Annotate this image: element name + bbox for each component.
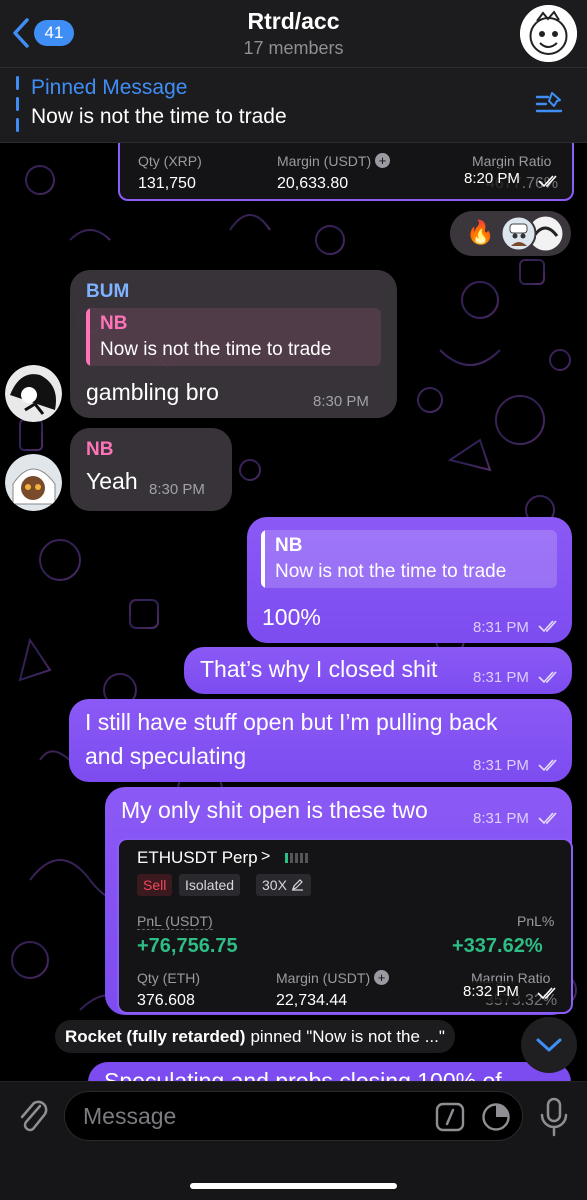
message-list: Qty (XRP) 131,750 Margin (USDT) + 20,633… bbox=[0, 0, 587, 1200]
fire-reaction[interactable]: 🔥 bbox=[466, 219, 495, 246]
chat-header: 41 Rtrd/acc 17 members bbox=[0, 0, 587, 67]
reactor-avatar bbox=[501, 216, 536, 251]
message-bubble-outgoing[interactable]: That’s why I closed shit 8:31 PM bbox=[184, 647, 572, 694]
qty-value: 376.608 bbox=[137, 992, 195, 1009]
double-check-icon bbox=[537, 987, 556, 1000]
qty-label: Qty (ETH) bbox=[137, 970, 200, 986]
message-time: 8:32 PM bbox=[463, 983, 519, 1000]
message-text: I still have stuff open but I’m pulling … bbox=[85, 709, 498, 735]
trade-card-eth[interactable]: ETHUSDT Perp > Sell Isolated 30X PnL (US… bbox=[117, 838, 573, 1014]
double-check-icon bbox=[538, 759, 557, 772]
message-text: 100% bbox=[262, 604, 321, 630]
edit-icon[interactable] bbox=[291, 878, 304, 891]
message-text: Yeah bbox=[86, 468, 138, 494]
side-tag: Sell bbox=[137, 874, 173, 896]
message-bubble[interactable]: NB Yeah 8:30 PM bbox=[70, 428, 232, 511]
reply-quote[interactable]: NB Now is not the time to trade bbox=[86, 308, 381, 366]
message-time: 8:20 PM bbox=[464, 170, 520, 187]
message-bubble-outgoing[interactable]: NB Now is not the time to trade 100% 8:3… bbox=[247, 517, 572, 643]
margin-ratio-label: Margin Ratio bbox=[472, 153, 552, 169]
reply-text: Now is not the time to trade bbox=[275, 561, 507, 582]
chevron-down-icon bbox=[536, 1038, 562, 1052]
reply-sender: NB bbox=[100, 313, 128, 334]
scroll-down-button[interactable] bbox=[521, 1017, 577, 1073]
pnl-label: PnL (USDT) bbox=[137, 913, 213, 930]
message-text: and speculating bbox=[85, 743, 247, 769]
pnl-value: +76,756.75 bbox=[137, 935, 238, 957]
service-actor[interactable]: Rocket (fully retarded) bbox=[65, 1027, 245, 1047]
message-time: 8:30 PM bbox=[149, 481, 205, 498]
qty-value: 131,750 bbox=[138, 175, 196, 192]
message-text: My only shit open is these two bbox=[121, 797, 428, 823]
pinned-service-message[interactable]: Rocket (fully retarded) pinned "Now is n… bbox=[55, 1020, 455, 1053]
message-text: That’s why I closed shit bbox=[200, 656, 438, 682]
message-time: 8:31 PM bbox=[473, 810, 529, 827]
avatar[interactable] bbox=[5, 365, 62, 422]
reply-text: Now is not the time to trade bbox=[100, 339, 332, 360]
microphone-icon[interactable] bbox=[537, 1096, 571, 1138]
info-icon: + bbox=[375, 153, 390, 168]
info-icon: + bbox=[374, 970, 389, 985]
group-avatar[interactable] bbox=[520, 5, 577, 62]
card-time-pill: 8:20 PM bbox=[458, 168, 526, 190]
chat-title[interactable]: Rtrd/acc bbox=[0, 8, 587, 35]
double-check-icon bbox=[538, 620, 557, 633]
margin-value: 22,734.44 bbox=[276, 992, 348, 1009]
sender-name[interactable]: BUM bbox=[86, 281, 129, 303]
message-time: 8:31 PM bbox=[473, 669, 529, 686]
message-bubble[interactable]: BUM NB Now is not the time to trade gamb… bbox=[70, 270, 397, 418]
message-field[interactable] bbox=[64, 1091, 523, 1141]
pinned-message-bar[interactable]: Pinned Message Now is not the time to tr… bbox=[0, 67, 587, 143]
pinned-label: Pinned Message bbox=[31, 76, 188, 99]
card-time-pill: 8:32 PM bbox=[457, 981, 525, 1003]
signal-bars-icon bbox=[285, 853, 309, 863]
margin-label: Margin (USDT) bbox=[277, 153, 372, 169]
avatar[interactable] bbox=[5, 454, 62, 511]
reply-quote[interactable]: NB Now is not the time to trade bbox=[261, 530, 557, 588]
message-time: 8:30 PM bbox=[313, 393, 369, 410]
reaction-bar[interactable]: 🔥 bbox=[450, 211, 571, 256]
double-check-icon bbox=[538, 175, 557, 188]
margin-mode-tag: Isolated bbox=[179, 874, 241, 896]
pair-name[interactable]: ETHUSDT Perp bbox=[137, 848, 258, 868]
member-count: 17 members bbox=[243, 38, 344, 58]
double-check-icon bbox=[538, 671, 557, 684]
margin-value: 20,633.80 bbox=[277, 175, 349, 192]
sender-name[interactable]: NB bbox=[86, 439, 113, 461]
message-bubble-outgoing[interactable]: I still have stuff open but I’m pulling … bbox=[69, 699, 572, 782]
qty-label: Qty (XRP) bbox=[138, 153, 202, 169]
paperclip-icon[interactable] bbox=[16, 1096, 50, 1136]
message-time: 8:31 PM bbox=[473, 757, 529, 774]
reply-sender: NB bbox=[275, 535, 303, 556]
pinned-text: Now is not the time to trade bbox=[31, 105, 287, 128]
sticker-icon[interactable] bbox=[481, 1102, 511, 1132]
composer-bar bbox=[0, 1081, 587, 1200]
command-icon[interactable] bbox=[435, 1102, 465, 1132]
service-text: pinned "Now is not the ..." bbox=[250, 1026, 445, 1046]
pnl-percent-label: PnL% bbox=[517, 913, 555, 929]
home-indicator bbox=[190, 1183, 397, 1189]
message-input[interactable] bbox=[83, 1092, 423, 1140]
pinned-indicator bbox=[16, 76, 19, 132]
chevron-right-icon: > bbox=[261, 848, 271, 865]
margin-label: Margin (USDT) bbox=[276, 970, 371, 986]
message-time: 8:31 PM bbox=[473, 619, 529, 636]
message-text: gambling bro bbox=[86, 379, 219, 405]
pnl-percent-value: +337.62% bbox=[452, 935, 543, 957]
double-check-icon bbox=[538, 812, 557, 825]
pinned-list-icon[interactable] bbox=[533, 89, 565, 119]
